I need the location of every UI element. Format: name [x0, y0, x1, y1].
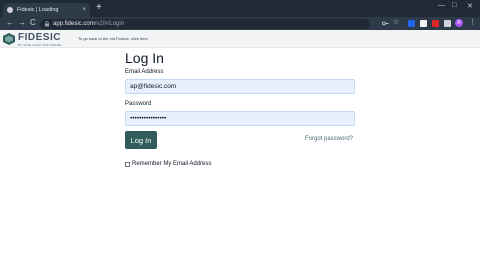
- browser-tab-active[interactable]: Fidesic | Loading ×: [3, 3, 90, 17]
- browser-titlebar: Fidesic | Loading × + — □ ✕: [0, 0, 480, 17]
- close-window-icon[interactable]: ✕: [467, 2, 473, 10]
- extension-doc-icon[interactable]: [420, 19, 427, 27]
- profile-avatar[interactable]: R: [455, 19, 463, 27]
- back-icon[interactable]: ←: [6, 18, 14, 28]
- reload-icon[interactable]: C: [30, 18, 36, 28]
- address-bar[interactable]: app.fidesic.com /v2/#/Login: [40, 18, 370, 29]
- browser-toolbar: ← → C app.fidesic.com /v2/#/Login ☆ R ⋮: [0, 17, 480, 30]
- key-icon[interactable]: [382, 20, 389, 27]
- maximize-icon[interactable]: □: [452, 2, 456, 9]
- old-fidesic-link[interactable]: To go back to the old Fidesic, click her…: [78, 36, 149, 41]
- email-field[interactable]: ap@fidesic.com: [125, 79, 355, 94]
- extension-shield-icon[interactable]: [408, 19, 415, 27]
- url-path: /v2/#/Login: [94, 20, 125, 27]
- bookmark-star-icon[interactable]: ☆: [393, 18, 399, 28]
- fidesic-favicon-icon: [7, 7, 13, 13]
- forgot-password-link[interactable]: Forgot password?: [305, 136, 353, 142]
- tab-title: Fidesic | Loading: [17, 7, 59, 13]
- logo-subtitle: BY ONE VIEW SOFTWARE: [18, 42, 62, 47]
- logo-text: FIDESIC: [18, 32, 61, 43]
- lock-icon: [45, 20, 49, 26]
- url-host: app.fidesic.com: [53, 20, 95, 27]
- tab-close-icon[interactable]: ×: [82, 7, 86, 13]
- forward-icon[interactable]: →: [18, 18, 26, 28]
- remember-email-row[interactable]: Remember My Email Address: [125, 161, 211, 167]
- remember-email-label: Remember My Email Address: [132, 161, 212, 167]
- new-tab-button[interactable]: +: [96, 3, 102, 13]
- password-label: Password: [125, 101, 152, 107]
- password-field[interactable]: ••••••••••••••••: [125, 111, 355, 126]
- menu-kebab-icon[interactable]: ⋮: [469, 18, 476, 28]
- extension-red-icon[interactable]: [432, 19, 439, 27]
- minimize-icon[interactable]: —: [438, 2, 445, 9]
- remember-email-checkbox[interactable]: [125, 161, 130, 167]
- app-header: FIDESIC BY ONE VIEW SOFTWARE To go back …: [0, 30, 480, 48]
- fidesic-logo-icon: [3, 33, 15, 45]
- login-button[interactable]: Log In: [125, 131, 157, 149]
- email-label: Email Address: [125, 69, 164, 75]
- page-title: Log In: [125, 50, 164, 66]
- extension-gray-icon[interactable]: [444, 19, 451, 27]
